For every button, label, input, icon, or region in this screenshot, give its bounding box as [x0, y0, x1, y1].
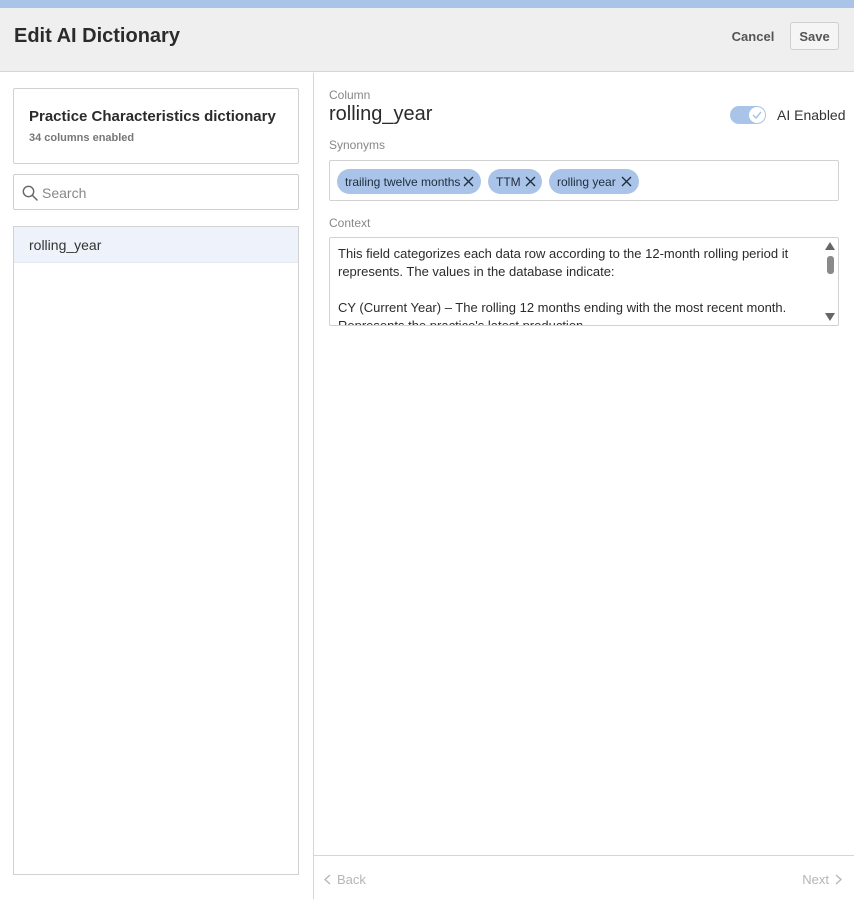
search-box	[13, 174, 299, 210]
synonym-chip-label: trailing twelve months	[345, 175, 461, 189]
scroll-down-arrow-icon[interactable]	[825, 313, 835, 321]
synonyms-label: Synonyms	[329, 138, 386, 152]
synonym-chip: rolling year	[549, 169, 639, 194]
top-accent-bar	[0, 0, 854, 8]
search-input[interactable]	[42, 181, 292, 205]
check-icon	[752, 111, 762, 119]
context-text: This field categorizes each data row acc…	[338, 246, 789, 326]
remove-synonym-icon[interactable]	[621, 176, 632, 187]
chevron-left-icon	[324, 874, 331, 884]
remove-synonym-icon[interactable]	[463, 176, 474, 187]
page-title: Edit AI Dictionary	[14, 25, 180, 47]
ai-enabled-label: AI Enabled	[777, 107, 846, 123]
back-button[interactable]: Back	[324, 869, 366, 889]
toggle-knob	[749, 107, 765, 123]
next-label: Next	[802, 871, 829, 887]
column-label: Column	[329, 88, 371, 102]
scroll-up-arrow-icon[interactable]	[825, 242, 835, 250]
column-list-item-rolling-year[interactable]: rolling_year	[14, 227, 298, 263]
column-name: rolling_year	[329, 103, 433, 125]
header: Edit AI Dictionary Cancel Save	[0, 8, 854, 72]
next-button[interactable]: Next	[802, 869, 842, 889]
chevron-right-icon	[835, 874, 842, 884]
column-list-item-label: rolling_year	[29, 237, 102, 253]
synonym-chip-label: TTM	[496, 175, 521, 189]
synonym-chip: TTM	[488, 169, 542, 194]
left-pane: Practice Characteristics dictionary 34 c…	[0, 73, 313, 899]
synonyms-field[interactable]: trailing twelve months TTM rolling year	[329, 160, 839, 201]
context-textarea[interactable]: This field categorizes each data row acc…	[329, 237, 839, 326]
footer-divider	[314, 855, 854, 856]
ai-enabled-toggle[interactable]	[730, 106, 766, 124]
back-label: Back	[337, 871, 366, 887]
dictionary-title: Practice Characteristics dictionary	[29, 108, 276, 125]
synonym-chip: trailing twelve months	[337, 169, 481, 194]
dictionary-card: Practice Characteristics dictionary 34 c…	[13, 88, 299, 164]
context-label: Context	[329, 216, 371, 230]
columns-enabled-count: 34 columns enabled	[29, 132, 135, 144]
search-icon	[22, 185, 38, 201]
cancel-button[interactable]: Cancel	[722, 22, 784, 50]
column-list: rolling_year	[13, 226, 299, 875]
detail-pane: Column rolling_year AI Enabled Synonyms …	[314, 73, 854, 899]
save-button[interactable]: Save	[790, 22, 839, 50]
synonym-chip-label: rolling year	[557, 175, 616, 189]
remove-synonym-icon[interactable]	[525, 176, 536, 187]
scrollbar-thumb[interactable]	[827, 256, 834, 274]
